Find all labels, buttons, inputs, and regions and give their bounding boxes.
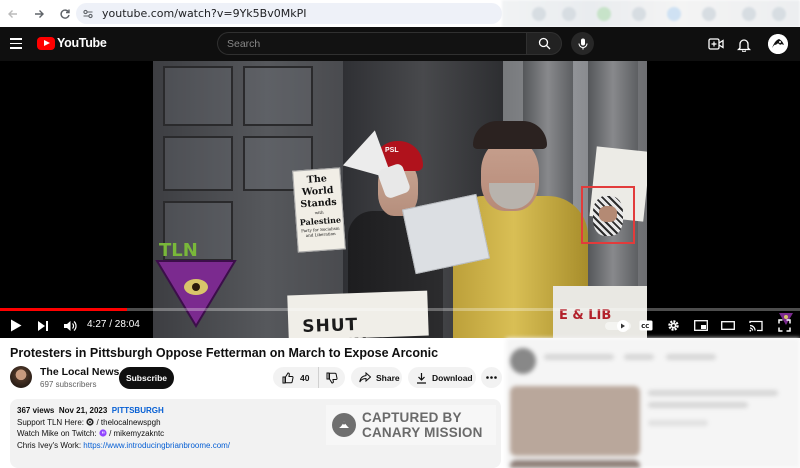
voice-search-button[interactable] — [571, 32, 594, 55]
like-button[interactable]: 40 — [273, 367, 319, 388]
dislike-button[interactable] — [319, 367, 345, 388]
face-highlight-box — [581, 186, 635, 244]
address-bar[interactable]: youtube.com/watch?v=9Yk5Bv0MkPI — [76, 3, 502, 24]
logo-wordmark: YouTube — [57, 36, 107, 50]
download-label: Download — [432, 372, 473, 383]
overlay-line-1: CAPTURED BY — [362, 410, 462, 425]
captured-by-canary-mission-overlay: CAPTURED BY CANARY MISSION — [326, 405, 496, 445]
progress-bar[interactable] — [0, 308, 800, 311]
play-icon[interactable] — [9, 317, 23, 334]
more-horizontal-icon — [486, 376, 497, 379]
more-actions-button[interactable] — [481, 367, 502, 388]
back-arrow-icon[interactable] — [4, 5, 22, 23]
fullscreen-icon[interactable] — [776, 317, 792, 334]
microphone-icon — [577, 38, 588, 49]
thumbs-down-icon — [326, 372, 338, 384]
view-count: 367 views — [17, 406, 55, 415]
video-player[interactable]: The World Stands with Palestine Party fo… — [0, 61, 800, 338]
channel-name[interactable]: The Local News — [40, 366, 119, 378]
download-icon — [417, 372, 426, 384]
youtube-logo[interactable]: YouTube — [37, 36, 107, 50]
cast-icon[interactable] — [748, 317, 764, 334]
channel-avatar[interactable] — [10, 366, 32, 388]
autoplay-toggle[interactable] — [604, 317, 634, 334]
site-settings-icon[interactable] — [82, 8, 94, 20]
extensions-area — [502, 0, 800, 27]
captions-icon[interactable]: CC — [638, 317, 654, 334]
description-box[interactable]: 367 views Nov 21, 2023 PITTSBURGH Suppor… — [10, 399, 501, 468]
protest-sign-palestine: The World Stands with Palestine Party fo… — [292, 167, 346, 253]
recommendations-sidebar[interactable] — [506, 338, 800, 468]
twitch-handle[interactable]: / mikemyzakntc — [109, 429, 164, 438]
time-display: 4:27 / 28:04 — [87, 319, 140, 330]
upload-date: Nov 21, 2023 — [58, 406, 108, 415]
svg-text:CC: CC — [641, 324, 649, 330]
subscriber-count: 697 subscribers — [40, 380, 97, 389]
reload-icon[interactable] — [56, 5, 74, 23]
sign-small-text: Party for Socialism and Liberation — [300, 225, 340, 238]
download-button[interactable]: Download — [408, 367, 476, 388]
like-count: 40 — [300, 372, 310, 383]
share-icon — [359, 372, 371, 383]
theater-mode-icon[interactable] — [720, 317, 736, 334]
notifications-bell-icon[interactable] — [735, 35, 753, 53]
youtube-header: YouTube — [0, 27, 800, 61]
search-button[interactable] — [526, 32, 562, 55]
search-box — [217, 32, 526, 55]
twitch-label: Watch Mike on Twitch: — [17, 429, 97, 438]
url-text: youtube.com/watch?v=9Yk5Bv0MkPI — [102, 7, 307, 20]
player-controls: 4:27 / 28:04 CC — [0, 303, 800, 338]
next-icon[interactable] — [36, 317, 50, 334]
support-label: Support TLN Here: — [17, 417, 84, 427]
overlay-line-2: CANARY MISSION — [362, 425, 483, 440]
threads-icon — [86, 417, 94, 426]
share-label: Share — [376, 372, 400, 383]
volume-icon[interactable] — [62, 317, 78, 334]
tln-watermark-text: TLN — [159, 241, 198, 261]
support-handle[interactable]: / thelocalnewspgh — [96, 418, 160, 427]
menu-icon[interactable] — [10, 38, 22, 49]
canary-logo-icon — [332, 413, 356, 437]
video-title: Protesters in Pittsburgh Oppose Fetterma… — [10, 346, 439, 360]
subscribe-button[interactable]: Subscribe — [119, 367, 174, 389]
youtube-play-logo-icon — [37, 36, 55, 50]
progress-played — [0, 308, 128, 311]
thumbs-up-icon — [282, 371, 294, 383]
twitch-icon — [99, 429, 107, 437]
account-avatar[interactable] — [768, 34, 788, 54]
forward-arrow-icon[interactable] — [30, 5, 48, 23]
video-frame: The World Stands with Palestine Party fo… — [153, 61, 647, 338]
like-dislike-group: 40 — [273, 367, 345, 388]
browser-toolbar: youtube.com/watch?v=9Yk5Bv0MkPI — [0, 0, 800, 27]
share-button[interactable]: Share — [351, 367, 402, 388]
location-hashtag[interactable]: PITTSBURGH — [112, 406, 164, 415]
search-icon — [538, 37, 550, 50]
work-label: Chris Ivey's Work: — [17, 440, 82, 450]
work-link[interactable]: https://www.introducingbrianbroome.com/ — [83, 441, 230, 450]
settings-gear-icon[interactable] — [665, 317, 681, 334]
megaphone — [335, 130, 413, 200]
miniplayer-icon[interactable] — [693, 317, 709, 334]
create-video-icon[interactable] — [707, 35, 725, 53]
search-input[interactable] — [227, 37, 526, 50]
